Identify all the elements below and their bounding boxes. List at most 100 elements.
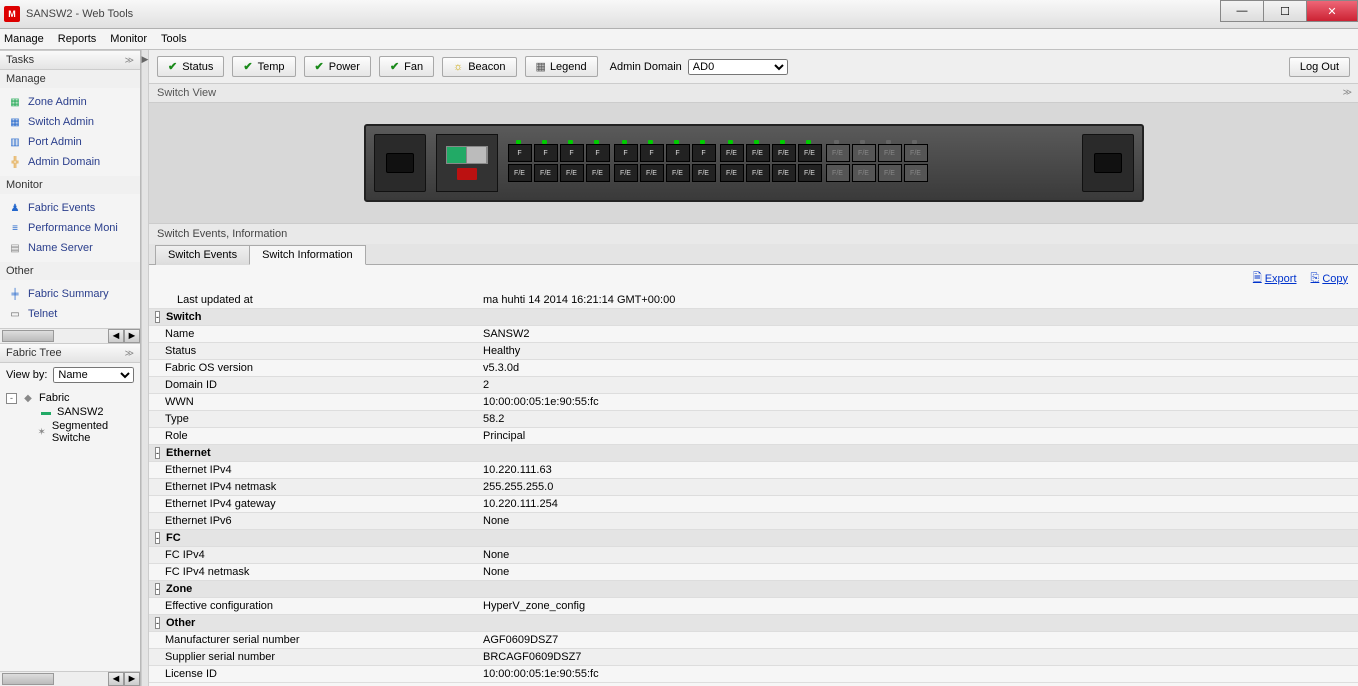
status-button[interactable]: ✔Status	[157, 56, 224, 77]
port[interactable]: F	[508, 144, 532, 162]
legend-button[interactable]: ▦Legend	[525, 56, 598, 77]
tree-node[interactable]: ✶Segmented Switche	[2, 419, 138, 445]
port[interactable]: F/E	[720, 144, 744, 162]
splitter[interactable]: ▶	[141, 50, 149, 686]
port[interactable]: F/E	[904, 144, 928, 162]
port[interactable]: F/E	[560, 164, 584, 182]
port[interactable]: F/E	[508, 164, 532, 182]
port[interactable]: F/E	[826, 164, 850, 182]
minimize-button[interactable]: —	[1220, 0, 1264, 22]
menu-manage[interactable]: Manage	[4, 33, 44, 45]
collapse-icon: ≫	[125, 55, 134, 66]
port[interactable]: F	[586, 144, 610, 162]
collapse-box-icon[interactable]: -	[155, 583, 160, 595]
sidebar-group-other: Other	[0, 262, 140, 280]
port[interactable]: F/E	[798, 144, 822, 162]
port[interactable]: F	[534, 144, 558, 162]
collapse-box-icon[interactable]: -	[155, 447, 160, 459]
ethernet-port-icon	[446, 146, 488, 164]
port[interactable]: F	[614, 144, 638, 162]
beacon-icon: ☼	[453, 61, 463, 73]
port[interactable]: F/E	[772, 144, 796, 162]
port[interactable]: F/E	[826, 144, 850, 162]
copy-link[interactable]: ⎘Copy	[1311, 269, 1349, 288]
info-row: Type58.2	[149, 411, 1358, 428]
fan-button[interactable]: ✔Fan	[379, 56, 434, 77]
nav-icon: ╬	[8, 155, 22, 169]
port[interactable]: F/E	[692, 164, 716, 182]
port[interactable]: F/E	[878, 144, 902, 162]
switch-chassis[interactable]: FFFFF/EF/EF/EF/EFFFFF/EF/EF/EF/EF/EF/EF/…	[364, 124, 1144, 202]
sidebar-item-performance-moni[interactable]: ≡Performance Moni	[2, 218, 138, 238]
viewby-select[interactable]: Name	[53, 367, 134, 383]
beacon-button[interactable]: ☼Beacon	[442, 57, 516, 77]
sidebar-item-port-admin[interactable]: ▥Port Admin	[2, 132, 138, 152]
info-value: 10:00:00:05:1e:90:55:fc	[479, 667, 1358, 681]
collapse-box-icon[interactable]: -	[155, 532, 160, 544]
sidebar-scroll[interactable]: ◄►	[0, 328, 140, 343]
tasks-title: Tasks	[6, 54, 34, 66]
port[interactable]: F/E	[720, 164, 744, 182]
info-value: 2	[479, 378, 1358, 392]
info-key: Domain ID	[149, 378, 479, 392]
tasks-panel-head[interactable]: Tasks ≫	[0, 50, 140, 70]
port[interactable]: F/E	[746, 164, 770, 182]
info-row: FC IPv4None	[149, 547, 1358, 564]
fabric-tree-head[interactable]: Fabric Tree ≫	[0, 343, 140, 363]
menu-reports[interactable]: Reports	[58, 33, 97, 45]
logout-button[interactable]: Log Out	[1289, 57, 1350, 77]
tree-node[interactable]: ▬SANSW2	[2, 405, 138, 419]
sidebar-group-manage: Manage	[0, 70, 140, 88]
sidebar-item-switch-admin[interactable]: ▦Switch Admin	[2, 112, 138, 132]
power-button[interactable]: ✔Power	[304, 56, 371, 77]
temp-button[interactable]: ✔Temp	[232, 56, 295, 77]
admin-domain-select[interactable]: AD0	[688, 59, 788, 75]
info-key: FC IPv4 netmask	[149, 565, 479, 579]
port[interactable]: F/E	[904, 164, 928, 182]
sidebar-item-fabric-events[interactable]: ♟Fabric Events	[2, 198, 138, 218]
tab-switch-events[interactable]: Switch Events	[155, 245, 250, 265]
sidebar-item-fabric-summary[interactable]: ╪Fabric Summary	[2, 284, 138, 304]
sidebar-item-telnet[interactable]: ▭Telnet	[2, 304, 138, 324]
collapse-box-icon[interactable]: -	[155, 311, 160, 323]
info-key: Supplier serial number	[149, 650, 479, 664]
port[interactable]: F/E	[852, 164, 876, 182]
port[interactable]: F/E	[772, 164, 796, 182]
checkmark-icon: ✔	[390, 60, 399, 73]
maximize-button[interactable]: ☐	[1263, 0, 1307, 22]
sidebar-item-admin-domain[interactable]: ╬Admin Domain	[2, 152, 138, 172]
port[interactable]: F/E	[746, 144, 770, 162]
port[interactable]: F/E	[586, 164, 610, 182]
app-icon: M	[4, 6, 20, 22]
tree-label: Segmented Switche	[52, 420, 138, 444]
info-value: None	[479, 565, 1358, 579]
collapse-box-icon[interactable]: -	[155, 617, 160, 629]
port[interactable]: F/E	[666, 164, 690, 182]
menu-tools[interactable]: Tools	[161, 33, 187, 45]
port[interactable]: F/E	[798, 164, 822, 182]
toolbar: ✔Status ✔Temp ✔Power ✔Fan ☼Beacon ▦Legen…	[149, 50, 1358, 84]
tree-node[interactable]: -◆Fabric	[2, 391, 138, 405]
port[interactable]: F/E	[640, 164, 664, 182]
tree-expand-icon[interactable]: -	[6, 393, 17, 404]
close-button[interactable]: ✕	[1306, 0, 1358, 22]
port[interactable]: F	[560, 144, 584, 162]
sidebar: Tasks ≫ Manage ▦Zone Admin▦Switch Admin▥P…	[0, 50, 141, 686]
info-row: Last updated atma huhti 14 2014 16:21:14…	[149, 292, 1358, 309]
nav-label: Performance Moni	[28, 222, 118, 234]
port[interactable]: F/E	[614, 164, 638, 182]
tab-switch-information[interactable]: Switch Information	[249, 245, 365, 265]
sidebar-item-zone-admin[interactable]: ▦Zone Admin	[2, 92, 138, 112]
port[interactable]: F/E	[534, 164, 558, 182]
port[interactable]: F	[666, 144, 690, 162]
sidebar-item-name-server[interactable]: ▤Name Server	[2, 238, 138, 258]
titlebar: M SANSW2 - Web Tools — ☐ ✕	[0, 0, 1358, 29]
port[interactable]: F/E	[878, 164, 902, 182]
port[interactable]: F	[640, 144, 664, 162]
info-key: Ethernet IPv4 gateway	[149, 497, 479, 511]
port[interactable]: F/E	[852, 144, 876, 162]
menu-monitor[interactable]: Monitor	[110, 33, 147, 45]
port[interactable]: F	[692, 144, 716, 162]
export-link[interactable]: 🗎Export	[1253, 269, 1297, 288]
legend-icon: ▦	[536, 60, 545, 73]
